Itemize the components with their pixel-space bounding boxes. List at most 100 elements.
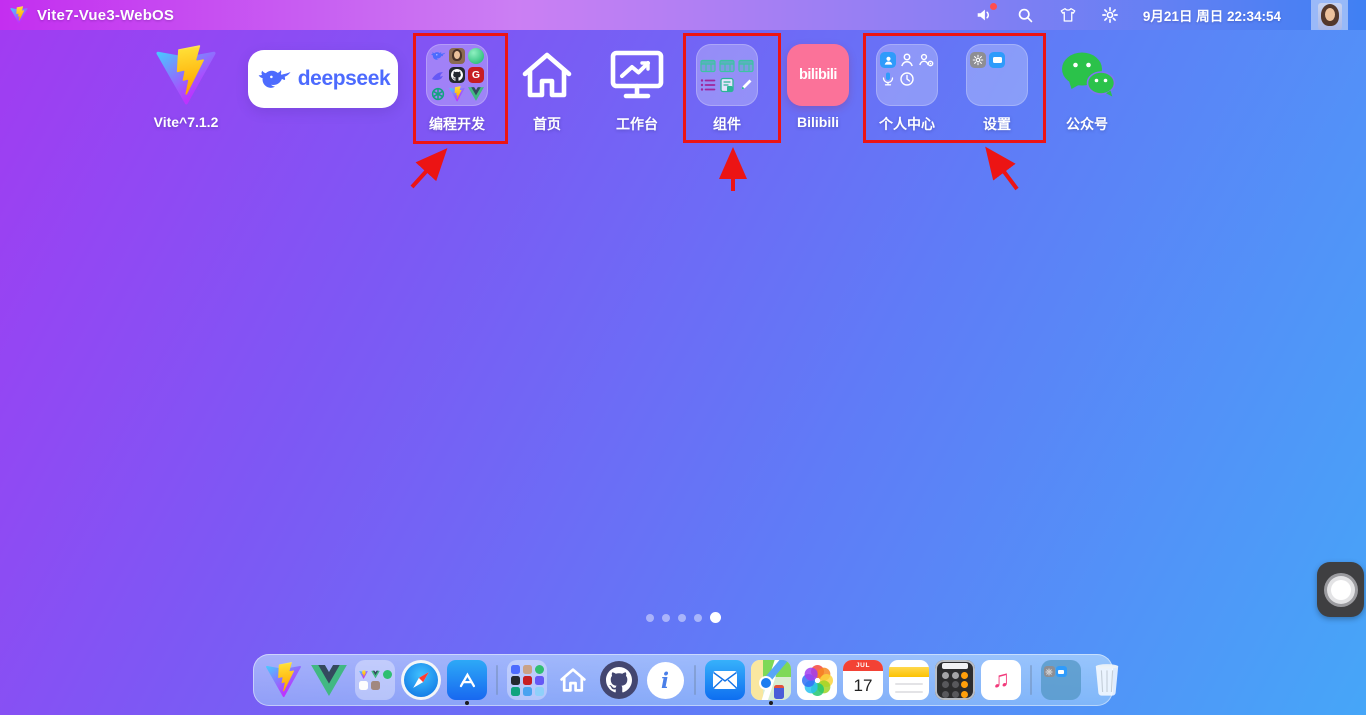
list-icon — [700, 78, 716, 91]
folder-tile — [876, 44, 938, 106]
dock-music[interactable]: ♫ — [981, 660, 1021, 700]
box-app-icon — [370, 681, 380, 690]
home-icon — [522, 52, 572, 98]
folder-tile — [696, 44, 758, 106]
page-dot[interactable] — [677, 613, 686, 622]
menubar: Vite7-Vue3-WebOS 9月21日 周日 22:34:54 — [0, 0, 1366, 30]
dock-calculator[interactable] — [935, 660, 975, 700]
photos-icon — [797, 660, 837, 700]
dock-info[interactable]: i — [645, 660, 685, 700]
appstore-icon — [447, 660, 487, 700]
page-dot[interactable] — [693, 613, 702, 622]
deepseek-whale-icon — [258, 69, 291, 88]
app-label: 个人中心 — [879, 116, 935, 132]
notification-badge — [989, 3, 997, 10]
calculator-icon — [935, 660, 975, 700]
team-icon — [919, 53, 934, 67]
bilibili-icon: bilibili — [787, 44, 849, 106]
dock-calendar[interactable]: JUL 17 — [843, 660, 883, 700]
settings-gear-icon[interactable] — [1101, 6, 1119, 24]
github-mini — [510, 675, 520, 685]
notes-icon — [889, 660, 929, 700]
app-label: 编程开发 — [429, 116, 485, 132]
window-title: Vite7-Vue3-WebOS — [37, 6, 175, 24]
chatgpt-mini — [510, 686, 520, 696]
safari-icon — [401, 660, 441, 700]
dock-apps-folder[interactable] — [355, 660, 395, 700]
bird-icon — [432, 72, 443, 81]
dock-vite[interactable] — [263, 660, 303, 700]
dock-vue[interactable] — [309, 660, 349, 700]
diamond-mini — [534, 686, 544, 696]
green-app-icon — [382, 670, 392, 679]
music-note-icon: ♫ — [981, 660, 1021, 700]
vite-mini-icon — [359, 670, 368, 679]
green-orb-icon — [468, 48, 484, 64]
app-label: 首页 — [533, 116, 561, 132]
github-icon — [449, 67, 465, 83]
workbench-monitor-icon — [610, 50, 664, 99]
avatar-mini — [522, 664, 532, 674]
theme-shirt-icon[interactable] — [1059, 6, 1077, 24]
dock-divider — [496, 665, 498, 695]
gitee-icon: G — [468, 67, 484, 83]
vue-mini-icon — [468, 86, 484, 102]
dock-photos[interactable] — [797, 660, 837, 700]
dock-divider — [694, 665, 696, 695]
desktop: Vite7-Vue3-WebOS 9月21日 周日 22:34:54 Vite^… — [0, 0, 1366, 715]
green-mini — [534, 664, 544, 674]
dock: i JUL 17 ♫ — [253, 654, 1119, 706]
page-dot[interactable] — [645, 613, 654, 622]
avatar-photo — [1317, 3, 1342, 30]
app-label: 设置 — [983, 116, 1011, 132]
folder-tile — [966, 44, 1028, 106]
user-filled-icon — [880, 52, 896, 68]
chatgpt-icon — [431, 87, 445, 101]
info-icon: i — [646, 661, 684, 699]
pencil-icon — [741, 79, 752, 89]
deepseek-whale-icon — [430, 48, 446, 64]
trash-icon — [1095, 664, 1119, 696]
app-vite[interactable]: Vite^7.1.2 — [126, 42, 246, 130]
app-label: 工作台 — [616, 116, 658, 132]
page-dot-active[interactable] — [709, 612, 721, 623]
dock-appstore[interactable] — [447, 660, 487, 700]
dock-github[interactable] — [599, 660, 639, 700]
snowflake-mini — [522, 686, 532, 696]
deepseek-wordmark: deepseek — [297, 67, 391, 90]
search-icon[interactable] — [1017, 6, 1035, 24]
clock-datetime[interactable]: 9月21日 周日 22:34:54 — [1143, 5, 1281, 25]
dock-dev-folder[interactable] — [507, 660, 547, 700]
dock-home[interactable] — [553, 660, 593, 700]
gitee-mini — [522, 675, 532, 685]
volume-icon[interactable] — [975, 3, 997, 24]
app-label: Vite^7.1.2 — [153, 114, 219, 130]
form-icon — [720, 77, 734, 92]
user-avatar[interactable] — [1311, 0, 1348, 30]
dock-settings-folder[interactable] — [1041, 660, 1081, 700]
gear-icon — [1043, 666, 1055, 677]
dock-mail[interactable] — [705, 660, 745, 700]
dock-trash[interactable] — [1087, 660, 1127, 700]
dock-maps[interactable] — [751, 660, 791, 700]
assistive-touch-button[interactable] — [1317, 562, 1364, 617]
calendar-day: 17 — [853, 675, 873, 695]
page-dot[interactable] — [661, 613, 670, 622]
wechat-icon — [1062, 52, 1116, 97]
app-label: Bilibili — [797, 114, 839, 130]
avatar-photo-icon — [449, 48, 465, 64]
table-icon — [738, 59, 754, 72]
card-app-icon — [358, 681, 368, 690]
app-wechat[interactable]: 公众号 — [1027, 42, 1147, 134]
mail-icon — [705, 660, 745, 700]
dock-safari[interactable] — [401, 660, 441, 700]
deepseek-mini — [510, 664, 520, 674]
app-label: 组件 — [713, 116, 741, 132]
calendar-month: JUL — [843, 660, 883, 671]
dock-notes[interactable] — [889, 660, 929, 700]
vite-mini-icon — [449, 86, 465, 102]
dock-divider — [1030, 665, 1032, 695]
app-deepseek[interactable]: deepseek — [248, 50, 398, 108]
bilibili-wordmark: bilibili — [799, 67, 837, 83]
page-indicator — [0, 612, 1366, 623]
